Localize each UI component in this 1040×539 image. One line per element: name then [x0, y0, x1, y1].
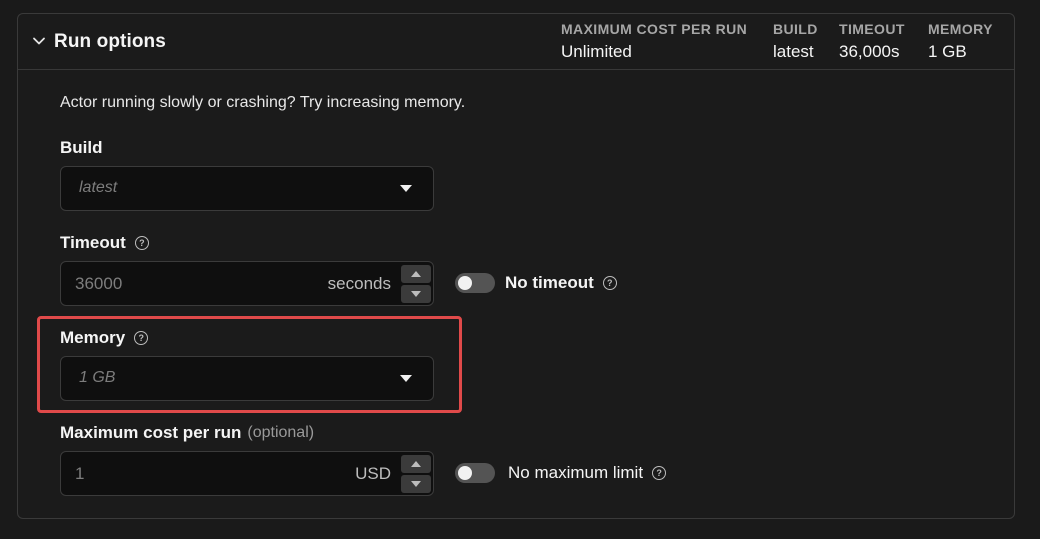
help-icon[interactable]: ?: [602, 276, 617, 290]
build-label: Build: [60, 138, 103, 158]
arrow-down-icon: [411, 291, 421, 297]
help-icon[interactable]: ?: [652, 466, 667, 480]
timeout-decrement-button[interactable]: [401, 285, 431, 303]
arrow-up-icon: [411, 461, 421, 467]
timeout-input-value: 36000: [75, 274, 123, 293]
toggle-knob: [458, 276, 472, 290]
optional-tag: (optional): [247, 424, 315, 441]
no-timeout-label-text: No timeout: [505, 273, 594, 292]
no-timeout-label: No timeout ?: [505, 273, 617, 293]
arrow-down-icon: [411, 481, 421, 487]
build-label-text: Build: [60, 138, 103, 157]
summary-value: latest: [773, 42, 814, 61]
summary-timeout: TIMEOUT 36,000s: [839, 21, 905, 62]
summary-build: BUILD latest: [773, 21, 818, 62]
build-select[interactable]: latest: [60, 166, 434, 211]
max-cost-unit: USD: [355, 464, 391, 483]
summary-label: MAXIMUM COST PER RUN: [561, 21, 748, 37]
summary-value: Unlimited: [561, 42, 632, 61]
summary-max-cost: MAXIMUM COST PER RUN Unlimited: [561, 21, 747, 62]
max-cost-input-value: 1: [75, 464, 85, 483]
section-title: Run options: [54, 31, 166, 52]
no-timeout-toggle[interactable]: [455, 273, 495, 293]
run-options-header[interactable]: Run options MAXIMUM COST PER RUN Unlimit…: [18, 14, 1014, 70]
memory-highlight-box: [37, 316, 462, 413]
max-cost-increment-button[interactable]: [401, 455, 431, 473]
chevron-down-icon[interactable]: [32, 34, 46, 48]
summary-memory: MEMORY 1 GB: [928, 21, 993, 62]
timeout-input[interactable]: 36000 seconds: [60, 261, 434, 306]
timeout-increment-button[interactable]: [401, 265, 431, 283]
summary-label: TIMEOUT: [839, 21, 905, 37]
no-maximum-limit-label-text: No maximum limit: [508, 463, 644, 482]
memory-hint: Actor running slowly or crashing? Try in…: [60, 94, 466, 111]
max-cost-label-text: Maximum cost per run: [60, 423, 242, 442]
summary-value: 1 GB: [928, 42, 967, 61]
arrow-up-icon: [411, 271, 421, 277]
build-select-value: latest: [79, 179, 118, 196]
toggle-knob: [458, 466, 472, 480]
max-cost-decrement-button[interactable]: [401, 475, 431, 493]
no-maximum-limit-toggle[interactable]: [455, 463, 495, 483]
timeout-label-text: Timeout: [60, 233, 126, 252]
max-cost-label: Maximum cost per run (optional): [60, 423, 314, 443]
timeout-label: Timeout ?: [60, 233, 149, 253]
run-options-panel: Run options MAXIMUM COST PER RUN Unlimit…: [17, 13, 1015, 519]
help-icon[interactable]: ?: [134, 236, 149, 250]
summary-value: 36,000s: [839, 42, 900, 61]
max-cost-input[interactable]: 1 USD: [60, 451, 434, 496]
caret-down-icon: [400, 185, 412, 192]
timeout-unit: seconds: [327, 274, 391, 293]
summary-label: BUILD: [773, 21, 818, 37]
no-maximum-limit-label: No maximum limit ?: [508, 463, 667, 483]
summary-label: MEMORY: [928, 21, 993, 37]
